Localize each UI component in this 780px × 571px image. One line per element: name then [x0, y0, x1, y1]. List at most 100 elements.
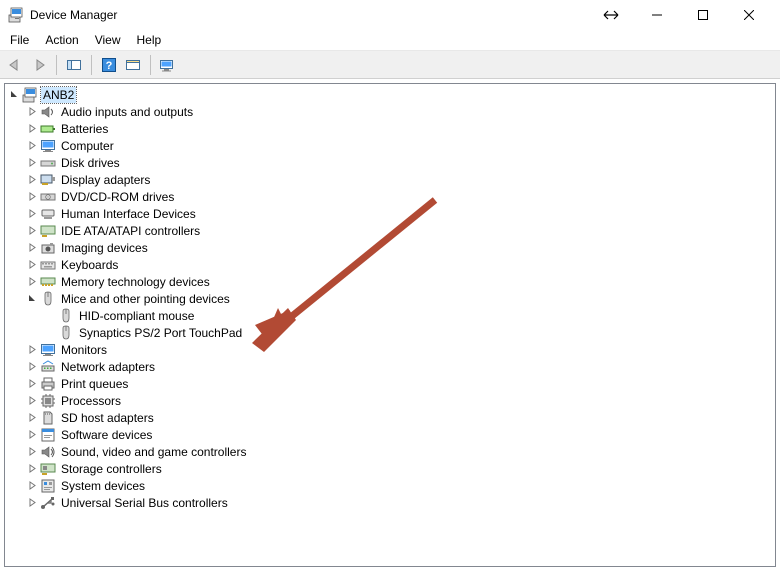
tree-expand-icon[interactable]	[25, 377, 39, 391]
menu-file[interactable]: File	[10, 33, 29, 47]
window-title: Device Manager	[30, 8, 117, 22]
tree-expand-icon[interactable]	[25, 394, 39, 408]
drive-icon	[40, 155, 56, 171]
tree-device-label[interactable]: HID-compliant mouse	[77, 308, 196, 324]
tree-expand-icon[interactable]	[25, 275, 39, 289]
tree-category-label[interactable]: Monitors	[59, 342, 109, 358]
tree-category-label[interactable]: Display adapters	[59, 172, 152, 188]
tree-category-label[interactable]: Print queues	[59, 376, 130, 392]
tree-device-row[interactable]: HID-compliant mouse	[7, 307, 775, 324]
system-icon	[40, 478, 56, 494]
tree-category-row[interactable]: Print queues	[7, 375, 775, 392]
maximize-button[interactable]	[680, 0, 726, 30]
sound-icon	[40, 444, 56, 460]
tree-category-row[interactable]: Display adapters	[7, 171, 775, 188]
tree-category-row[interactable]: Software devices	[7, 426, 775, 443]
tree-category-label[interactable]: Computer	[59, 138, 116, 154]
tree-root-label[interactable]: ANB2	[41, 87, 76, 103]
tree-category-row[interactable]: Human Interface Devices	[7, 205, 775, 222]
resize-horizontal-icon[interactable]	[588, 0, 634, 30]
tree-category-label[interactable]: Memory technology devices	[59, 274, 212, 290]
forward-button[interactable]	[28, 54, 50, 76]
optical-drive-icon	[40, 189, 56, 205]
tree-expand-icon[interactable]	[25, 241, 39, 255]
tree-category-label[interactable]: Batteries	[59, 121, 110, 137]
help-button[interactable]: ?	[98, 54, 120, 76]
tree-category-row[interactable]: IDE ATA/ATAPI controllers	[7, 222, 775, 239]
tree-category-label[interactable]: Sound, video and game controllers	[59, 444, 248, 460]
back-button[interactable]	[4, 54, 26, 76]
close-button[interactable]	[726, 0, 772, 30]
tree-expand-icon[interactable]	[25, 156, 39, 170]
tree-expand-icon[interactable]	[25, 224, 39, 238]
tree-expand-icon[interactable]	[25, 190, 39, 204]
tree-expand-icon[interactable]	[25, 173, 39, 187]
tree-category-row[interactable]: Computer	[7, 137, 775, 154]
tree-category-row[interactable]: Audio inputs and outputs	[7, 103, 775, 120]
tree-category-row[interactable]: SD host adapters	[7, 409, 775, 426]
tree-category-row[interactable]: Monitors	[7, 341, 775, 358]
tree-category-row[interactable]: Imaging devices	[7, 239, 775, 256]
tree-category-label[interactable]: Disk drives	[59, 155, 122, 171]
tree-category-label[interactable]: Imaging devices	[59, 240, 150, 256]
tree-category-label[interactable]: Universal Serial Bus controllers	[59, 495, 230, 511]
tree-category-row[interactable]: Network adapters	[7, 358, 775, 375]
device-tree-container[interactable]: ANB2Audio inputs and outputsBatteriesCom…	[4, 83, 776, 567]
tree-category-row[interactable]: Storage controllers	[7, 460, 775, 477]
tree-expand-icon[interactable]	[25, 411, 39, 425]
mouse-icon	[40, 291, 56, 307]
tree-category-label[interactable]: Audio inputs and outputs	[59, 104, 195, 120]
toolbar-separator	[150, 55, 151, 75]
tree-category-label[interactable]: IDE ATA/ATAPI controllers	[59, 223, 202, 239]
tree-expand-icon[interactable]	[25, 360, 39, 374]
tree-expand-icon[interactable]	[25, 462, 39, 476]
tree-expand-icon[interactable]	[25, 207, 39, 221]
monitor-icon	[40, 342, 56, 358]
menu-view[interactable]: View	[95, 33, 121, 47]
tree-expand-icon[interactable]	[25, 445, 39, 459]
tree-category-row[interactable]: Memory technology devices	[7, 273, 775, 290]
tree-expand-icon[interactable]	[25, 258, 39, 272]
tree-expand-icon[interactable]	[25, 428, 39, 442]
tree-category-label[interactable]: Network adapters	[59, 359, 157, 375]
properties-button[interactable]	[122, 54, 144, 76]
tree-category-label[interactable]: DVD/CD-ROM drives	[59, 189, 176, 205]
tree-category-label[interactable]: Human Interface Devices	[59, 206, 198, 222]
mouse-icon	[58, 325, 74, 341]
tree-category-row[interactable]: Keyboards	[7, 256, 775, 273]
network-icon	[40, 359, 56, 375]
tree-category-label[interactable]: System devices	[59, 478, 147, 494]
titlebar: Device Manager	[0, 0, 780, 30]
menu-help[interactable]: Help	[137, 33, 162, 47]
tree-expand-icon[interactable]	[25, 139, 39, 153]
minimize-button[interactable]	[634, 0, 680, 30]
tree-expand-icon[interactable]	[25, 496, 39, 510]
tree-category-row[interactable]: Universal Serial Bus controllers	[7, 494, 775, 511]
tree-category-row[interactable]: Sound, video and game controllers	[7, 443, 775, 460]
menu-action[interactable]: Action	[45, 33, 78, 47]
tree-category-label[interactable]: Storage controllers	[59, 461, 164, 477]
show-hide-console-button[interactable]	[63, 54, 85, 76]
tree-category-row[interactable]: System devices	[7, 477, 775, 494]
tree-category-label[interactable]: Software devices	[59, 427, 154, 443]
tree-root-row[interactable]: ANB2	[7, 86, 775, 103]
tree-category-row[interactable]: Batteries	[7, 120, 775, 137]
tree-expand-icon[interactable]	[25, 343, 39, 357]
tree-category-label[interactable]: Mice and other pointing devices	[59, 291, 232, 307]
tree-device-row[interactable]: Synaptics PS/2 Port TouchPad	[7, 324, 775, 341]
tree-category-row[interactable]: DVD/CD-ROM drives	[7, 188, 775, 205]
tree-category-row[interactable]: Processors	[7, 392, 775, 409]
tree-category-label[interactable]: Processors	[59, 393, 123, 409]
tree-category-row[interactable]: Disk drives	[7, 154, 775, 171]
tree-device-label[interactable]: Synaptics PS/2 Port TouchPad	[77, 325, 244, 341]
tree-collapse-icon[interactable]	[25, 292, 39, 306]
tree-category-label[interactable]: SD host adapters	[59, 410, 156, 426]
tree-collapse-icon[interactable]	[7, 88, 21, 102]
tree-expand-icon[interactable]	[25, 105, 39, 119]
tree-category-label[interactable]: Keyboards	[59, 257, 120, 273]
keyboard-icon	[40, 257, 56, 273]
tree-expand-icon[interactable]	[25, 479, 39, 493]
tree-expand-icon[interactable]	[25, 122, 39, 136]
scan-hardware-button[interactable]	[157, 54, 179, 76]
tree-category-row[interactable]: Mice and other pointing devices	[7, 290, 775, 307]
